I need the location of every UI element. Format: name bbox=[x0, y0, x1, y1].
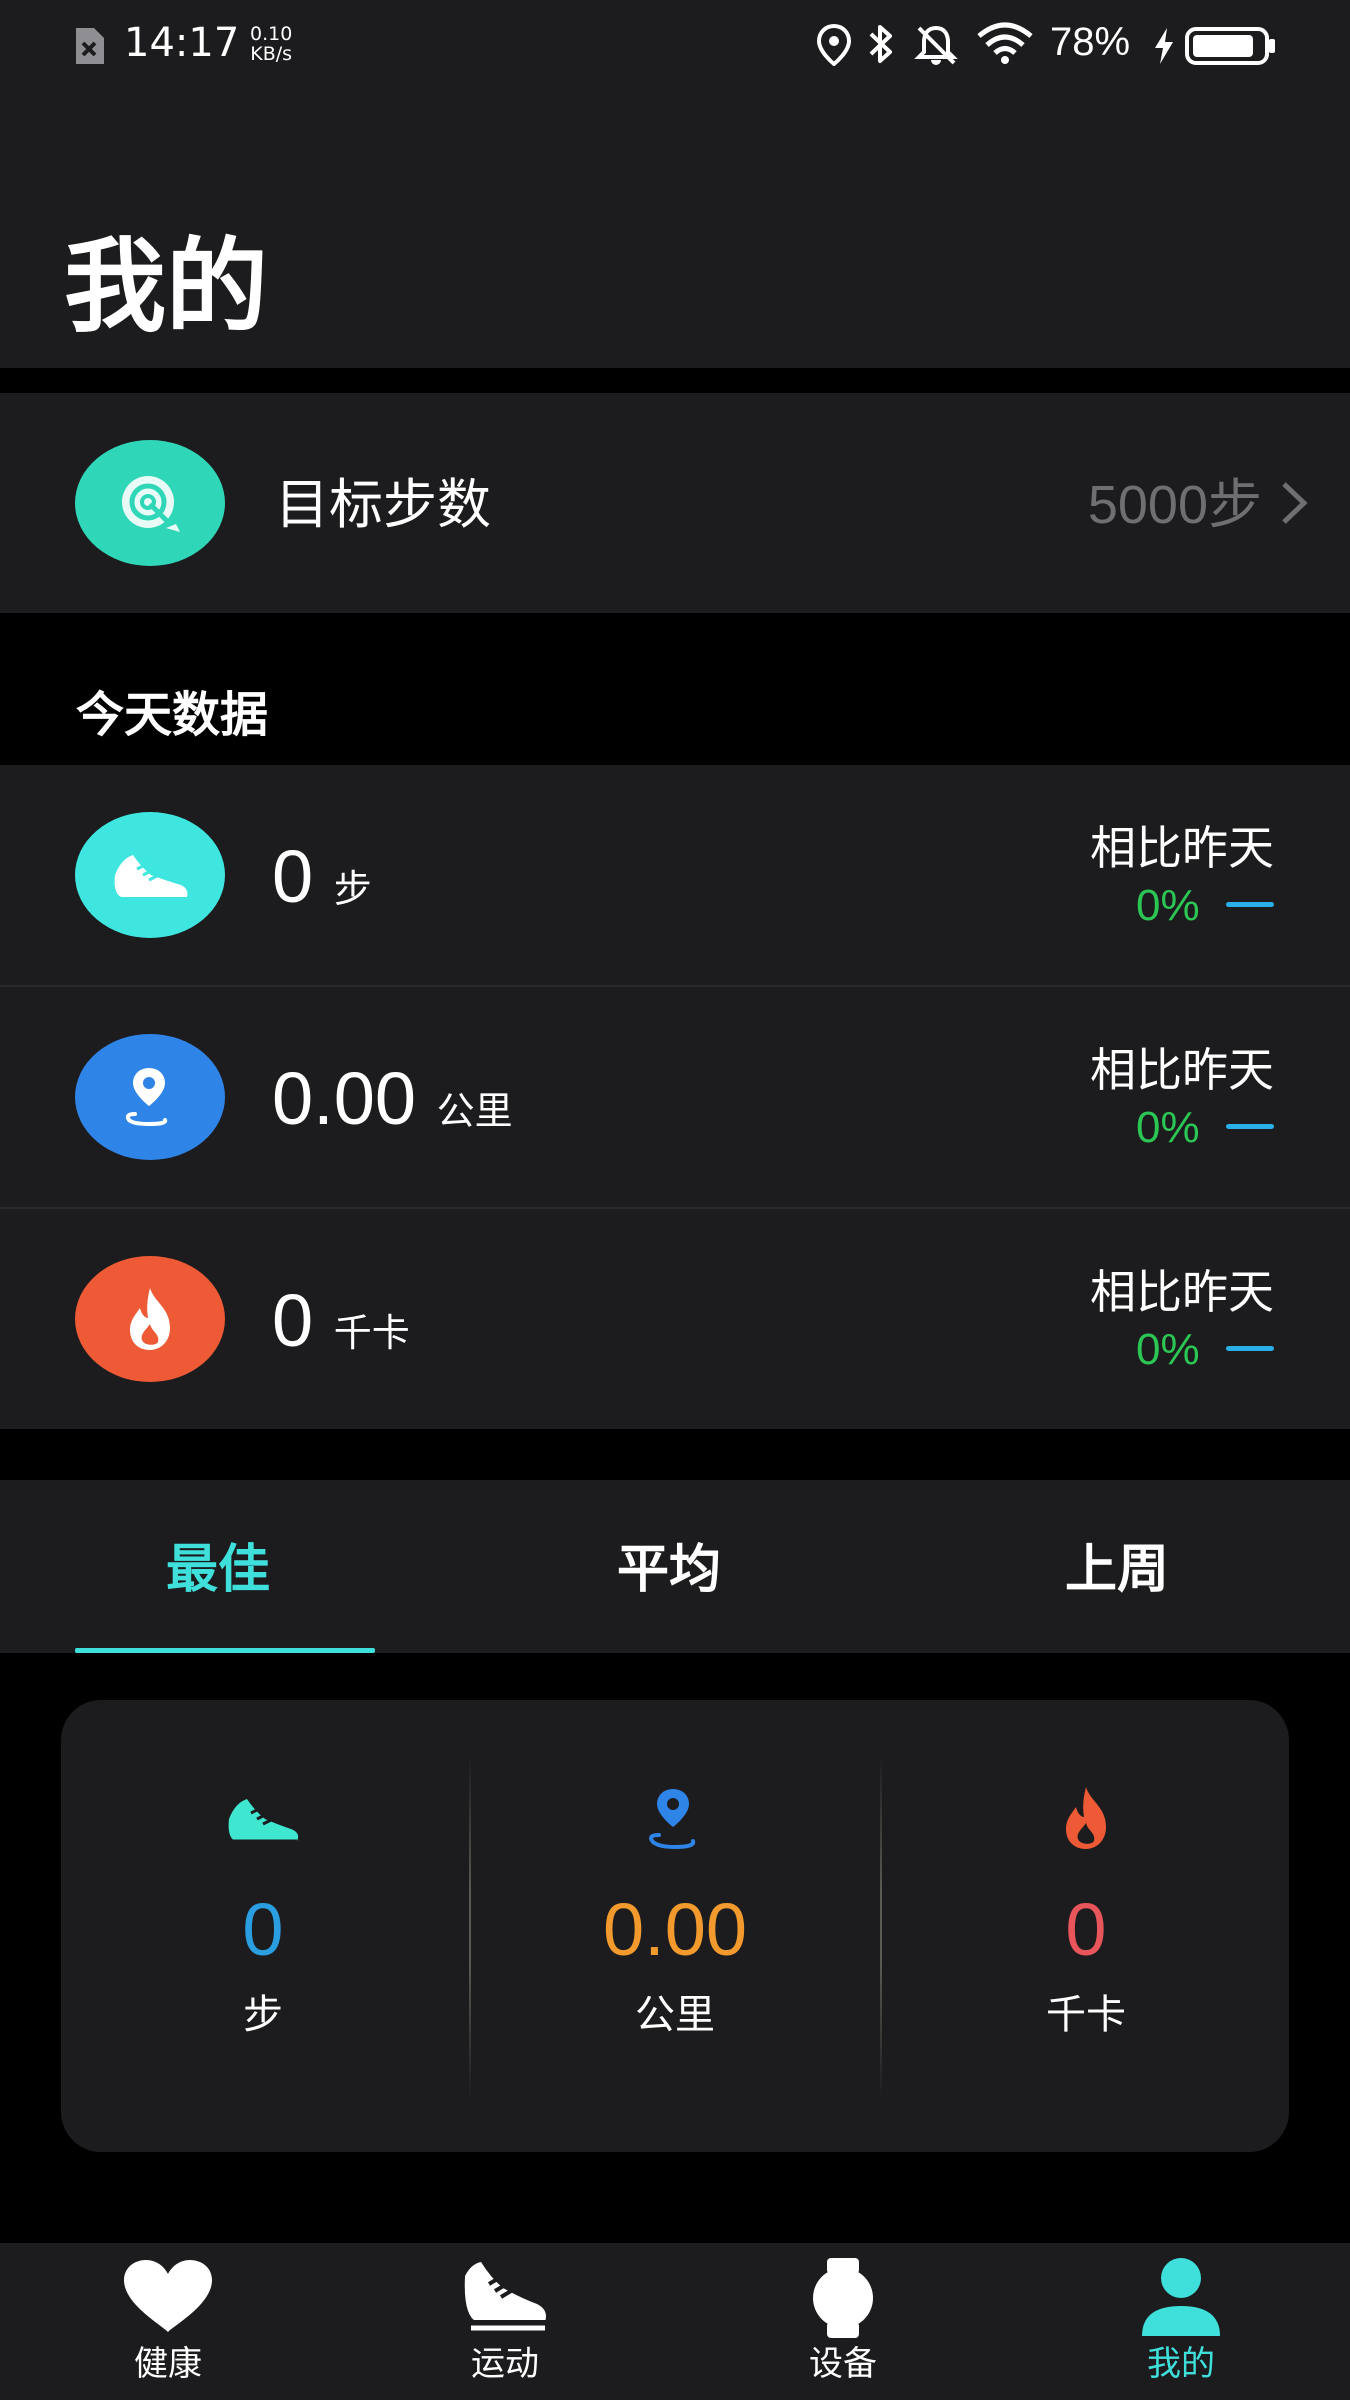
battery-percent: 78% bbox=[1050, 20, 1131, 64]
net-speed-unit: KB/s bbox=[250, 43, 293, 65]
net-speed-value: 0.10 bbox=[250, 23, 293, 45]
status-time: 14:17 bbox=[124, 20, 240, 66]
route-icon bbox=[635, 1785, 715, 1855]
nav-label-mine[interactable]: 我的 bbox=[1081, 2342, 1281, 2386]
best-distance-number: 0.00 bbox=[602, 1888, 748, 1971]
shoe-icon bbox=[75, 812, 225, 938]
today-calories-value: 0 千卡 bbox=[272, 1279, 410, 1362]
today-distance-value: 0.00 公里 bbox=[272, 1057, 513, 1140]
page-title: 我的 bbox=[64, 228, 268, 347]
column-divider bbox=[880, 1755, 882, 2100]
column-divider bbox=[469, 1755, 471, 2100]
person-icon bbox=[1142, 2258, 1220, 2336]
goal-steps-value: 5000步 bbox=[1087, 475, 1262, 535]
today-distance-compare-pct: 0% bbox=[1136, 1103, 1200, 1152]
today-distance-compare-label: 相比昨天 bbox=[1090, 1043, 1274, 1097]
best-steps-number: 0 bbox=[242, 1888, 284, 1971]
dash-icon bbox=[1226, 1124, 1274, 1129]
tab-best[interactable]: 最佳 bbox=[166, 1535, 270, 1605]
target-icon bbox=[75, 440, 225, 566]
nav-label-device[interactable]: 设备 bbox=[743, 2342, 943, 2386]
best-calories-unit: 千卡 bbox=[1046, 1992, 1126, 2038]
location-icon bbox=[816, 23, 852, 70]
tab-last-week[interactable]: 上周 bbox=[1065, 1535, 1169, 1605]
nav-item-sport[interactable] bbox=[405, 2256, 605, 2340]
nav-label-sport[interactable]: 运动 bbox=[405, 2342, 605, 2386]
best-distance-unit: 公里 bbox=[635, 1992, 715, 2038]
best-steps-value: 0 bbox=[113, 1885, 413, 1975]
today-steps-unit: 步 bbox=[333, 869, 372, 911]
flame-icon bbox=[1046, 1785, 1126, 1855]
today-calories-compare-pct: 0% bbox=[1136, 1325, 1200, 1374]
today-data-title: 今天数据 bbox=[76, 687, 269, 743]
today-steps-compare-pct: 0% bbox=[1136, 881, 1200, 930]
mute-bell-icon bbox=[914, 24, 958, 70]
shoe-icon bbox=[464, 2262, 547, 2331]
net-speed: 0.10 KB/s bbox=[250, 24, 292, 64]
tab-average[interactable]: 平均 bbox=[617, 1535, 721, 1605]
wifi-icon bbox=[976, 22, 1034, 68]
battery-icon bbox=[1185, 26, 1277, 70]
nav-label-health[interactable]: 健康 bbox=[68, 2342, 268, 2386]
best-calories-value: 0 bbox=[936, 1885, 1236, 1975]
today-distance-unit: 公里 bbox=[436, 1091, 513, 1133]
shoe-icon bbox=[223, 1785, 303, 1855]
today-steps-compare-label: 相比昨天 bbox=[1090, 821, 1274, 875]
best-steps-unit: 步 bbox=[243, 1992, 283, 2038]
nav-item-device[interactable] bbox=[743, 2256, 943, 2344]
watch-icon bbox=[813, 2258, 873, 2338]
dash-icon bbox=[1226, 902, 1274, 907]
heart-icon bbox=[124, 2260, 212, 2332]
sim-off-icon bbox=[72, 26, 106, 70]
best-distance-value: 0.00 bbox=[525, 1885, 825, 1975]
nav-item-mine[interactable] bbox=[1081, 2256, 1281, 2344]
flame-icon bbox=[75, 1256, 225, 1382]
today-calories-compare-label: 相比昨天 bbox=[1090, 1265, 1274, 1319]
chevron-right-icon bbox=[1278, 478, 1310, 532]
dash-icon bbox=[1226, 1346, 1274, 1351]
charging-icon bbox=[1152, 26, 1176, 70]
today-calories-unit: 千卡 bbox=[333, 1313, 410, 1355]
route-icon bbox=[75, 1034, 225, 1160]
goal-steps-label: 目标步数 bbox=[275, 473, 491, 536]
nav-item-health[interactable] bbox=[68, 2256, 268, 2340]
tab-indicator bbox=[75, 1648, 375, 1653]
bluetooth-icon bbox=[866, 22, 896, 70]
today-steps-value: 0 步 bbox=[272, 835, 372, 918]
best-calories-number: 0 bbox=[1065, 1888, 1107, 1971]
